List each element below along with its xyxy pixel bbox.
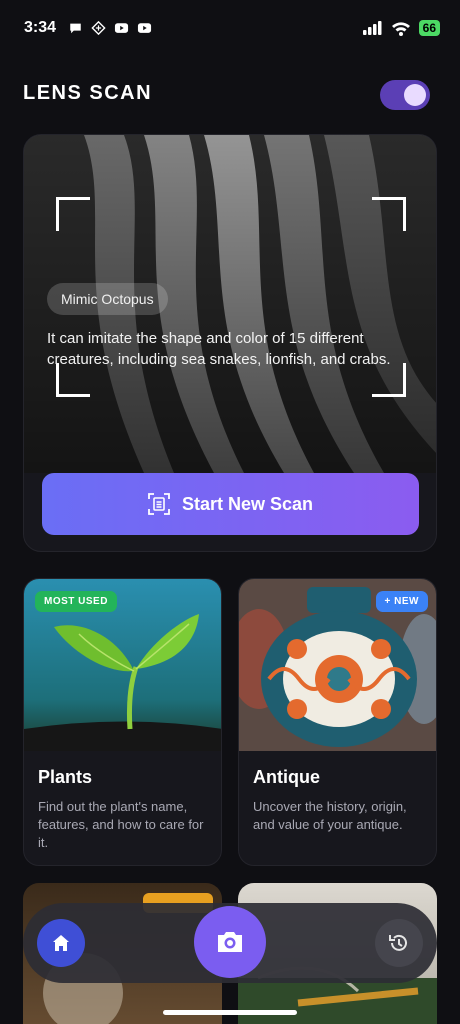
- category-title: Antique: [253, 767, 320, 787]
- category-card-plants[interactable]: MOST USED Plants Find out the plant's na…: [23, 578, 222, 866]
- scan-frame-corner: [56, 197, 90, 231]
- toggle-knob: [404, 84, 426, 106]
- antique-image: + NEW: [239, 579, 436, 751]
- category-title: Plants: [38, 767, 93, 787]
- hero-image: Mimic Octopus It can imitate the shape a…: [24, 135, 436, 473]
- plant-image: MOST USED: [24, 579, 221, 751]
- youtube-icon: [114, 23, 129, 33]
- category-description: Uncover the history, origin, and value o…: [253, 799, 407, 832]
- chat-icon: [70, 23, 81, 34]
- youtube-icon: [137, 23, 152, 33]
- hero-card: Mimic Octopus It can imitate the shape a…: [23, 134, 437, 552]
- fact-tag: Mimic Octopus: [47, 283, 168, 315]
- status-time: 3:34: [24, 19, 57, 36]
- scan-frame-corner: [372, 197, 406, 231]
- most-used-badge: MOST USED: [35, 591, 117, 612]
- start-new-scan-label: Start New Scan: [181, 493, 314, 514]
- notification-icons: [68, 21, 152, 35]
- theme-toggle[interactable]: [380, 80, 430, 110]
- category-description: Find out the plant's name, features, and…: [38, 799, 204, 850]
- status-right: 66: [362, 20, 440, 36]
- wifi-icon: [391, 21, 410, 36]
- camera-icon: [218, 932, 242, 952]
- home-indicator: [163, 1010, 297, 1015]
- app-header: LENS SCAN: [23, 80, 430, 110]
- history-nav-button[interactable]: [375, 919, 423, 967]
- app-title: LENS SCAN: [23, 82, 153, 104]
- history-icon: [389, 934, 407, 951]
- new-badge: + NEW: [375, 591, 428, 612]
- camera-nav-button[interactable]: [194, 906, 266, 978]
- signal-icon: [362, 21, 382, 35]
- fact-text: It can imitate the shape and color of 15…: [47, 330, 391, 368]
- scan-document-icon: [148, 493, 170, 515]
- home-nav-button[interactable]: [37, 919, 85, 967]
- start-new-scan-button[interactable]: Start New Scan: [42, 473, 419, 535]
- bottom-navigation: [23, 903, 437, 983]
- category-card-antique[interactable]: + NEW Antique Uncover the history, origi…: [238, 578, 437, 866]
- app-icon: [91, 21, 106, 35]
- status-bar: 3:34 66: [0, 0, 460, 56]
- battery-icon: 66: [418, 20, 440, 36]
- home-icon: [53, 935, 69, 951]
